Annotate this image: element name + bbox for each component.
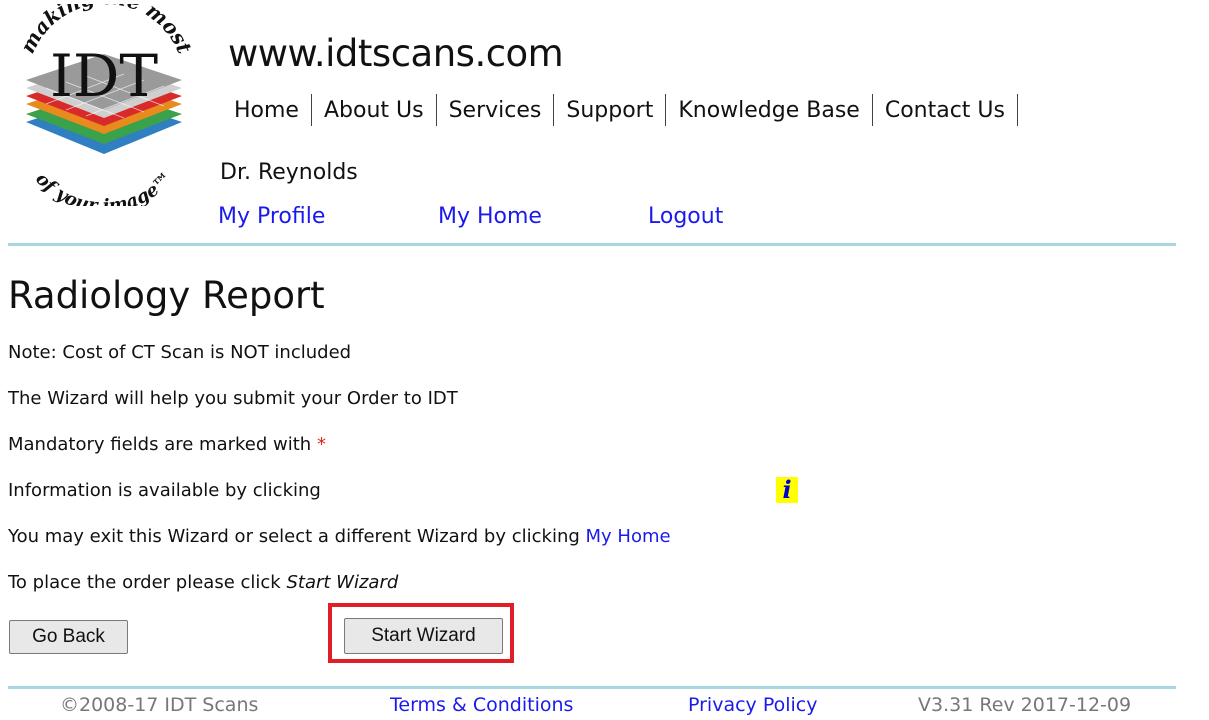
go-back-button[interactable]: Go Back (9, 620, 128, 654)
site-url: www.idtscans.com (228, 32, 564, 75)
place-order-text: To place the order please click Start Wi… (8, 572, 398, 593)
user-name: Dr. Reynolds (220, 160, 358, 185)
my-profile-link[interactable]: My Profile (218, 204, 325, 229)
info-icon[interactable]: i (776, 477, 798, 503)
footer-version: V3.31 Rev 2017-12-09 (918, 694, 1132, 716)
my-home-link[interactable]: My Home (438, 204, 542, 229)
nav-item-services[interactable]: Services (437, 98, 554, 123)
info-text: Information is available by clicking (8, 480, 321, 501)
nav-item-support[interactable]: Support (554, 98, 665, 123)
nav-item-knowledge-base[interactable]: Knowledge Base (666, 98, 872, 123)
svg-text:of your image™: of your image™ (31, 168, 177, 206)
logo-text: IDT (50, 42, 158, 110)
header-divider (8, 243, 1176, 246)
place-order-emphasis: Start Wizard (286, 572, 399, 593)
exit-text: You may exit this Wizard or select a dif… (8, 526, 671, 547)
nav-divider (1016, 94, 1018, 126)
note-text: Note: Cost of CT Scan is NOT included (8, 342, 352, 363)
footer-copyright: ©2008-17 IDT Scans (60, 694, 259, 716)
required-marker: * (316, 434, 326, 455)
mandatory-label: Mandatory fields are marked with (8, 434, 312, 455)
idt-logo[interactable]: making the most IDT of your image™ (6, 0, 202, 217)
exit-label: You may exit this Wizard or select a dif… (8, 526, 580, 547)
logo-tagline-bottom: of your image™ (31, 168, 177, 217)
start-wizard-button[interactable]: Start Wizard (344, 618, 503, 654)
nav-item-home[interactable]: Home (222, 98, 311, 123)
logout-link[interactable]: Logout (648, 204, 723, 229)
nav-item-about-us[interactable]: About Us (312, 98, 436, 123)
footer-divider (8, 686, 1176, 689)
footer-terms-link[interactable]: Terms & Conditions (390, 694, 573, 716)
exit-my-home-link[interactable]: My Home (586, 526, 671, 547)
wizard-help-text: The Wizard will help you submit your Ord… (8, 388, 458, 409)
mandatory-text: Mandatory fields are marked with * (8, 434, 326, 455)
place-order-label: To place the order please click (8, 572, 281, 593)
nav-item-contact-us[interactable]: Contact Us (873, 98, 1017, 123)
page-title: Radiology Report (8, 274, 325, 317)
main-nav: Home About Us Services Support Knowledge… (222, 94, 1018, 126)
footer-privacy-link[interactable]: Privacy Policy (688, 694, 817, 716)
